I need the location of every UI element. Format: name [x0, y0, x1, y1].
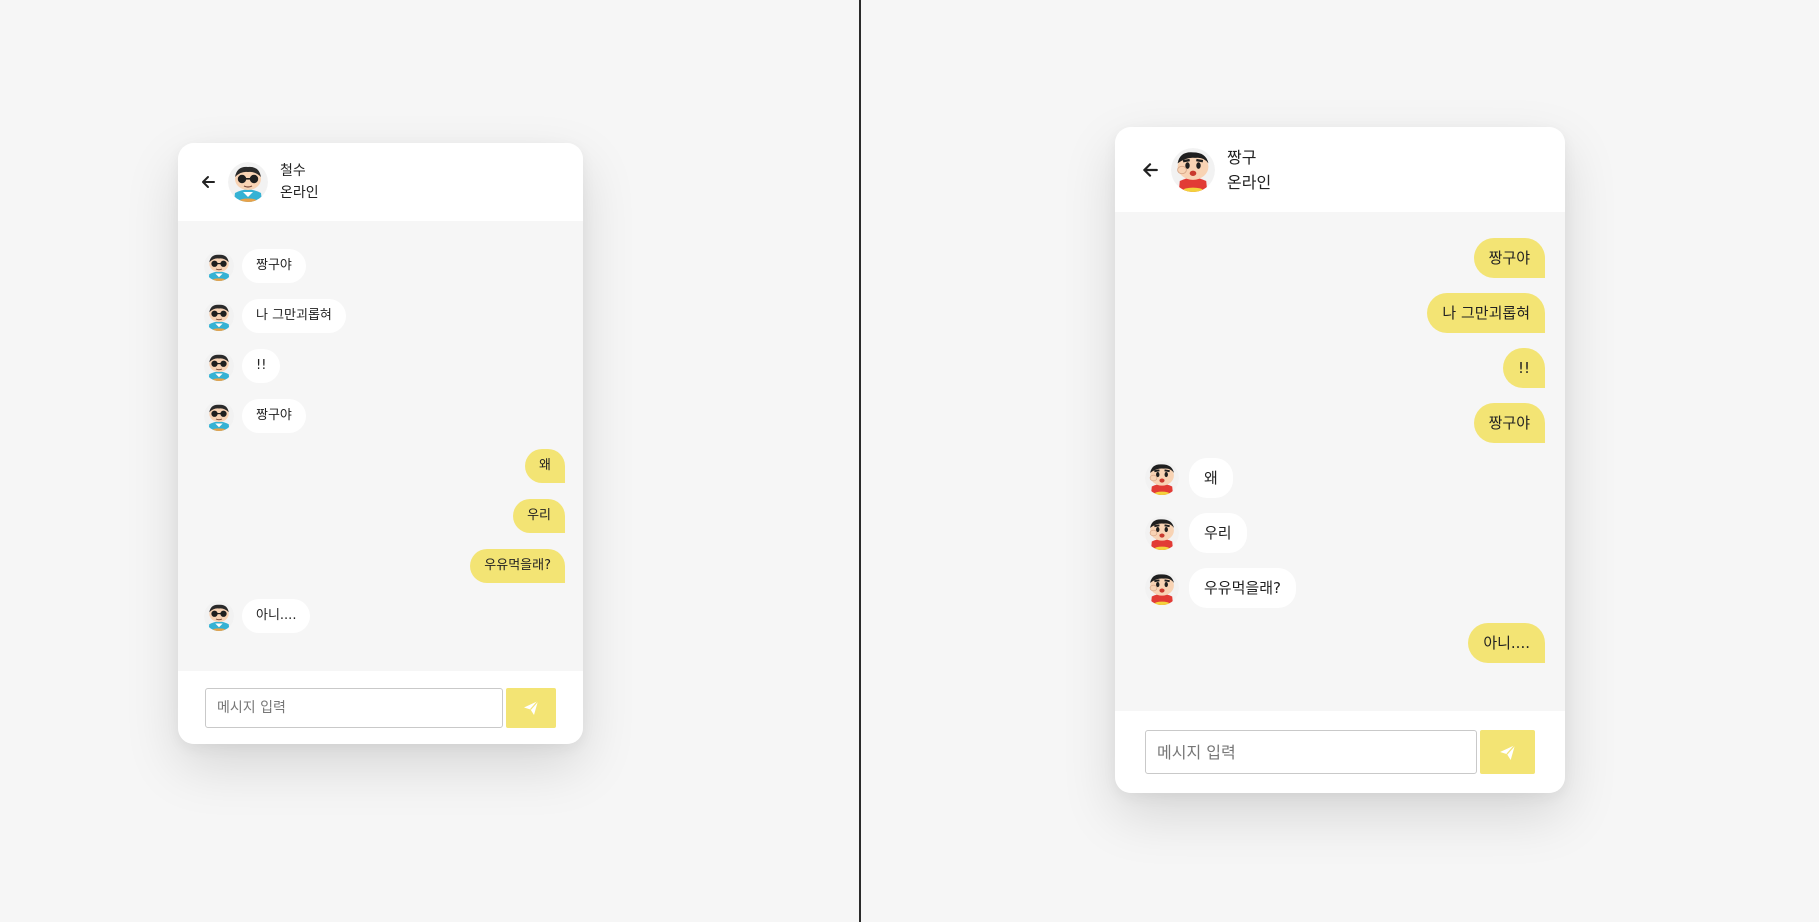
chat-header: 철수 온라인 [178, 143, 583, 221]
message-input[interactable] [205, 687, 504, 728]
contact-info: 짱구 온라인 [1227, 145, 1271, 195]
message-received: 우리 [1145, 513, 1545, 553]
cheolsu-avatar [204, 601, 234, 631]
message-bubble: 우유먹을래? [1189, 568, 1296, 608]
message-bubble: 짱구야 [1473, 403, 1545, 443]
message-sent: !! [1145, 348, 1545, 388]
message-bubble: 우유먹을래? [470, 549, 565, 583]
paper-plane-icon [524, 700, 539, 715]
right-pane: 짱구 온라인 짱구야 나 그만괴롭혀 !! 짱구야 왜 우리 우유먹을래? 아니… [861, 0, 1819, 922]
message-received: 우유먹을래? [1145, 568, 1545, 608]
message-bubble: 아니.... [242, 599, 311, 633]
message-composer [1115, 711, 1565, 793]
message-list: 짱구야 나 그만괴롭혀 !! 짱구야 왜 우리 우유먹을래? 아니.... [178, 221, 583, 671]
contact-info: 철수 온라인 [280, 160, 319, 204]
message-bubble: 왜 [525, 449, 565, 483]
message-received: 짱구야 [204, 397, 565, 435]
jjanggu-avatar [1145, 461, 1179, 495]
message-composer [178, 671, 583, 744]
contact-status: 온라인 [280, 185, 319, 201]
message-bubble: 왜 [1189, 458, 1233, 498]
cheolsu-avatar [204, 401, 234, 431]
chat-header: 짱구 온라인 [1115, 127, 1565, 212]
cheolsu-avatar [228, 162, 268, 202]
message-bubble: !! [1502, 348, 1545, 388]
message-sent: 우유먹을래? [204, 547, 565, 585]
message-bubble: 우리 [1189, 513, 1247, 553]
message-bubble: 나 그만괴롭혀 [242, 299, 346, 333]
arrow-left-icon [1143, 162, 1158, 177]
message-bubble: 나 그만괴롭혀 [1427, 293, 1545, 333]
message-bubble: 짱구야 [242, 249, 306, 283]
contact-name: 짱구 [1227, 147, 1257, 167]
message-received: 왜 [1145, 458, 1545, 498]
back-button[interactable] [200, 174, 216, 190]
arrow-left-icon [202, 176, 215, 188]
message-input[interactable] [1145, 730, 1478, 774]
contact-status: 온라인 [1227, 172, 1272, 192]
message-list: 짱구야 나 그만괴롭혀 !! 짱구야 왜 우리 우유먹을래? 아니.... [1115, 212, 1565, 711]
message-bubble: !! [242, 349, 281, 383]
message-bubble: 아니.... [1468, 623, 1545, 663]
message-received: 아니.... [204, 597, 565, 635]
message-sent: 짱구야 [1145, 403, 1545, 443]
message-received: 짱구야 [204, 247, 565, 285]
message-received: 나 그만괴롭혀 [204, 297, 565, 335]
jjanggu-avatar [1171, 148, 1215, 192]
send-button[interactable] [506, 687, 556, 728]
message-bubble: 우리 [513, 499, 565, 533]
message-sent: 왜 [204, 447, 565, 485]
jjanggu-avatar [1145, 571, 1179, 605]
message-sent: 아니.... [1145, 623, 1545, 663]
message-sent: 우리 [204, 497, 565, 535]
message-received: !! [204, 347, 565, 385]
message-bubble: 짱구야 [242, 399, 306, 433]
chat-window: 철수 온라인 짱구야 나 그만괴롭혀 !! 짱구야 왜 우리 우유먹을래? 아니… [178, 143, 583, 744]
chat-window: 짱구 온라인 짱구야 나 그만괴롭혀 !! 짱구야 왜 우리 우유먹을래? 아니… [1115, 127, 1565, 793]
cheolsu-avatar [204, 301, 234, 331]
paper-plane-icon [1500, 744, 1516, 760]
message-bubble: 짱구야 [1473, 238, 1545, 278]
message-sent: 나 그만괴롭혀 [1145, 293, 1545, 333]
contact-name: 철수 [280, 163, 306, 179]
send-button[interactable] [1480, 730, 1535, 774]
cheolsu-avatar [204, 251, 234, 281]
cheolsu-avatar [204, 351, 234, 381]
left-pane: 철수 온라인 짱구야 나 그만괴롭혀 !! 짱구야 왜 우리 우유먹을래? 아니… [0, 0, 859, 922]
message-sent: 짱구야 [1145, 238, 1545, 278]
jjanggu-avatar [1145, 516, 1179, 550]
back-button[interactable] [1141, 161, 1159, 179]
